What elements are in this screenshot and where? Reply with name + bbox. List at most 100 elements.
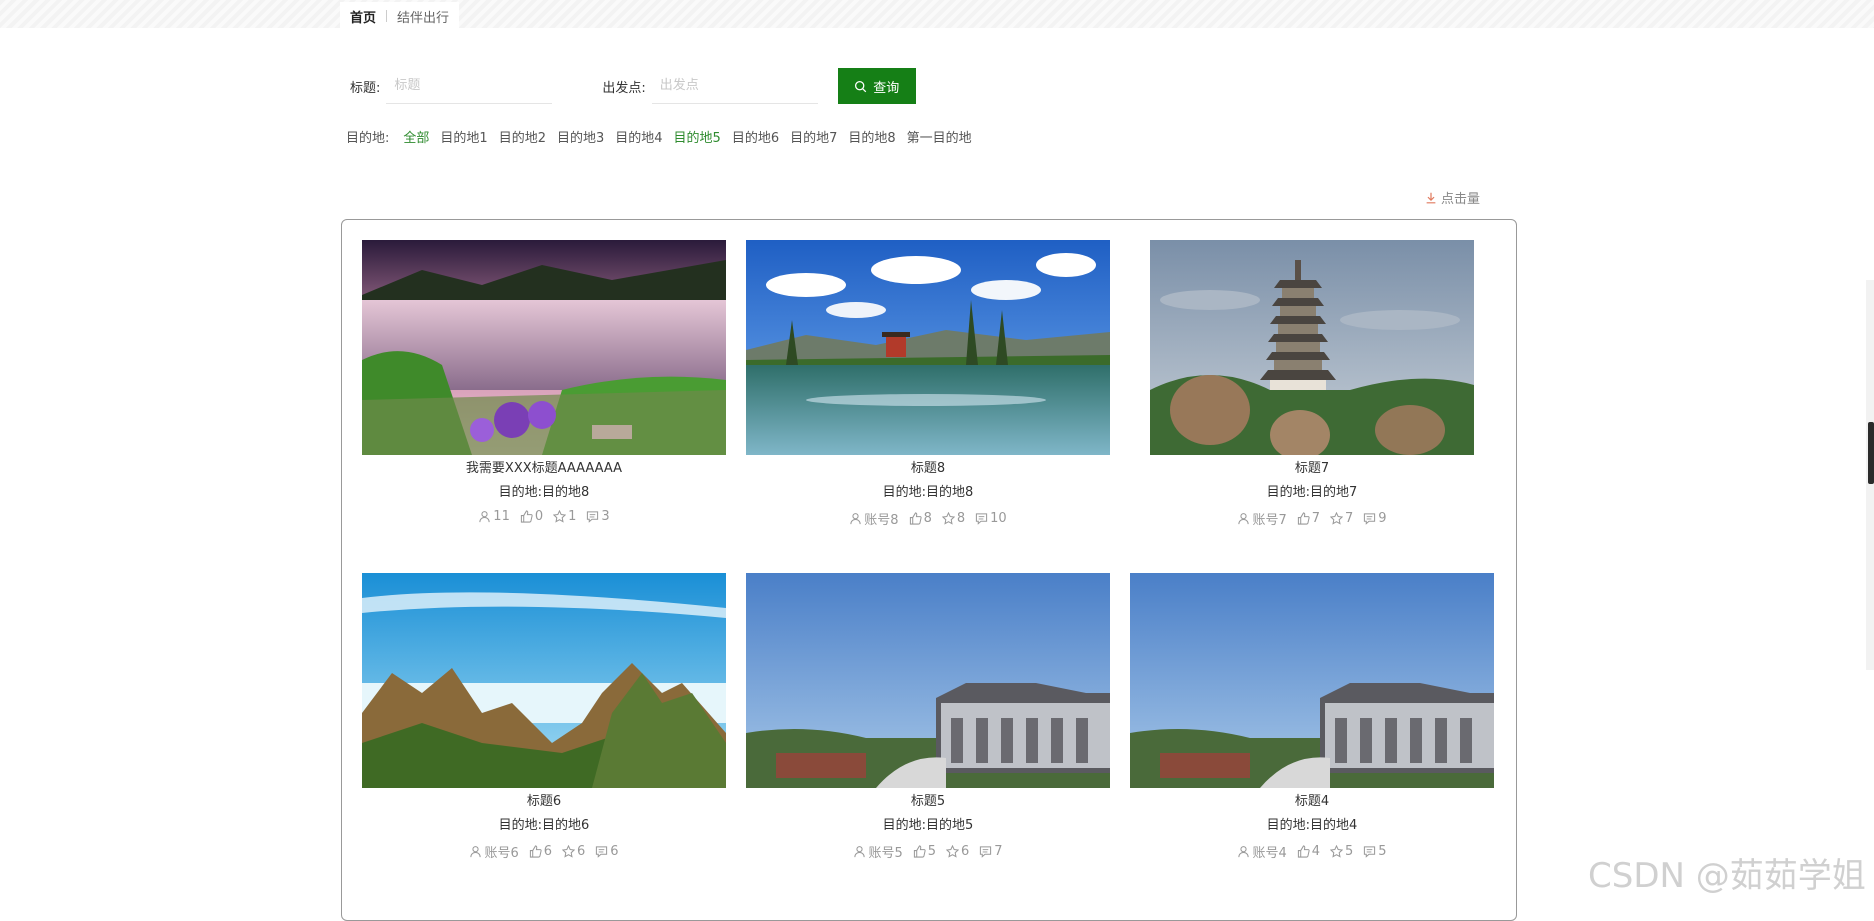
destination-item-3[interactable]: 目的地3: [557, 127, 604, 146]
destination-item-2[interactable]: 目的地2: [499, 127, 546, 146]
card-stars[interactable]: 8: [941, 511, 965, 526]
card-comments[interactable]: 5: [1363, 844, 1387, 859]
card-title: 我需要XXX标题AAAAAAA: [465, 461, 623, 476]
card-title: 标题7: [1294, 461, 1330, 476]
card-title: 标题6: [526, 794, 562, 809]
card-stats: 账号8 8 8 10: [746, 509, 1110, 528]
user-icon: [479, 511, 490, 523]
scrollbar-thumb[interactable]: [1868, 422, 1874, 484]
marble-boat-photo: [1130, 573, 1494, 788]
sort-label: 点击量: [1441, 192, 1481, 207]
travel-card[interactable]: 我需要XXX标题AAAAAAA 目的地:目的地8 11 0 1 3: [362, 240, 726, 524]
user-icon: [1238, 846, 1250, 858]
breadcrumb-home-link[interactable]: 首页: [350, 7, 376, 26]
thumbs-up-icon: [913, 845, 926, 858]
card-title: 标题4: [1294, 794, 1330, 809]
comment-icon: [980, 846, 992, 858]
search-icon: [855, 80, 867, 92]
card-likes[interactable]: 0: [520, 509, 543, 524]
card-stars[interactable]: 6: [946, 844, 969, 859]
mountains-clouds-photo: [362, 573, 726, 788]
card-user: 账号4: [1237, 842, 1287, 861]
card-comments[interactable]: 9: [1363, 511, 1387, 526]
origin-label: 出发点:: [602, 80, 646, 96]
card-user: 账号6: [469, 842, 519, 861]
destination-item-all[interactable]: 全部: [403, 127, 429, 146]
thumbs-up-icon: [1297, 512, 1310, 525]
card-destination: 目的地:目的地7: [1266, 485, 1358, 500]
results-panel: 我需要XXX标题AAAAAAA 目的地:目的地8 11 0 1 3 标题8 目的…: [341, 219, 1517, 921]
user-icon: [1238, 513, 1250, 525]
marble-boat-photo: [746, 573, 1110, 788]
breadcrumb-current: 结伴出行: [397, 10, 450, 26]
destination-item-4[interactable]: 目的地4: [615, 127, 662, 146]
travel-card[interactable]: 标题8 目的地:目的地8 账号8 8 8 10: [746, 240, 1110, 528]
card-destination: 目的地:目的地8: [882, 485, 974, 500]
star-icon: [1330, 845, 1343, 858]
destination-item-5[interactable]: 目的地5: [674, 127, 721, 146]
star-icon: [562, 845, 575, 858]
card-likes[interactable]: 8: [909, 511, 932, 526]
thumbs-up-icon: [520, 510, 533, 523]
destination-label: 目的地:: [346, 131, 390, 146]
top-strip: [0, 0, 1874, 28]
card-stars[interactable]: 1: [553, 509, 576, 524]
card-stats: 账号6 6 6 6: [362, 842, 726, 861]
search-bar: 标题: 出发点: 查询: [350, 68, 916, 104]
search-button-label: 查询: [873, 80, 900, 96]
user-icon: [854, 846, 866, 858]
card-comments[interactable]: 7: [979, 844, 1003, 859]
card-stats: 账号4 4 5 5: [1130, 842, 1494, 861]
destination-item-6[interactable]: 目的地6: [732, 127, 779, 146]
card-user: 11: [478, 509, 510, 524]
card-likes[interactable]: 4: [1297, 844, 1320, 859]
thumbs-up-icon: [1297, 845, 1310, 858]
card-destination: 目的地:目的地6: [498, 818, 590, 833]
card-likes[interactable]: 6: [529, 844, 552, 859]
comment-icon: [1364, 846, 1376, 858]
card-comments[interactable]: 3: [586, 509, 610, 524]
travel-card[interactable]: 标题5 目的地:目的地5 账号5 5 6 7: [746, 573, 1110, 861]
user-icon: [470, 846, 482, 858]
card-likes[interactable]: 5: [913, 844, 936, 859]
destination-item-8[interactable]: 目的地8: [848, 127, 895, 146]
watermark: CSDN @茹茹学姐: [1588, 856, 1866, 896]
card-stars[interactable]: 7: [1330, 511, 1353, 526]
search-button[interactable]: 查询: [837, 68, 916, 104]
title-input[interactable]: [386, 68, 553, 104]
card-title: 标题5: [910, 794, 946, 809]
lake-temple-photo: [746, 240, 1110, 455]
breadcrumb: 首页 结伴出行: [340, 2, 460, 30]
comment-icon: [596, 846, 608, 858]
star-icon: [553, 510, 567, 523]
travel-card[interactable]: 标题7 目的地:目的地7 账号7 7 7 9: [1130, 240, 1494, 528]
user-icon: [850, 513, 861, 525]
card-stars[interactable]: 6: [562, 844, 585, 859]
card-user: 账号7: [1237, 509, 1287, 528]
comment-icon: [976, 513, 988, 525]
thumbs-up-icon: [909, 512, 922, 525]
title-label: 标题:: [350, 80, 381, 96]
thumbs-up-icon: [529, 845, 542, 858]
download-arrow-icon: [1426, 192, 1436, 203]
lake-flowers-photo: [362, 240, 726, 455]
destination-item-first[interactable]: 第一目的地: [907, 127, 972, 146]
card-likes[interactable]: 7: [1297, 511, 1320, 526]
card-stats: 账号5 5 6 7: [746, 842, 1110, 861]
origin-input[interactable]: [651, 68, 818, 104]
card-comments[interactable]: 10: [975, 511, 1007, 526]
star-icon: [941, 512, 955, 525]
travel-card[interactable]: 标题4 目的地:目的地4 账号4 4 5 5: [1130, 573, 1494, 861]
destination-item-1[interactable]: 目的地1: [440, 127, 487, 146]
destination-item-7[interactable]: 目的地7: [790, 127, 837, 146]
destination-filter: 目的地: 全部 目的地1 目的地2 目的地3 目的地4 目的地5 目的地6 目的…: [346, 127, 983, 146]
sort-by-clicks[interactable]: 点击量: [1424, 188, 1480, 207]
card-stars[interactable]: 5: [1330, 844, 1353, 859]
card-destination: 目的地:目的地4: [1266, 818, 1358, 833]
comment-icon: [1364, 513, 1376, 525]
card-comments[interactable]: 6: [595, 844, 619, 859]
card-stats: 11 0 1 3: [362, 509, 726, 524]
card-destination: 目的地:目的地5: [882, 818, 974, 833]
pagoda-photo: [1150, 240, 1474, 455]
travel-card[interactable]: 标题6 目的地:目的地6 账号6 6 6 6: [362, 573, 726, 861]
